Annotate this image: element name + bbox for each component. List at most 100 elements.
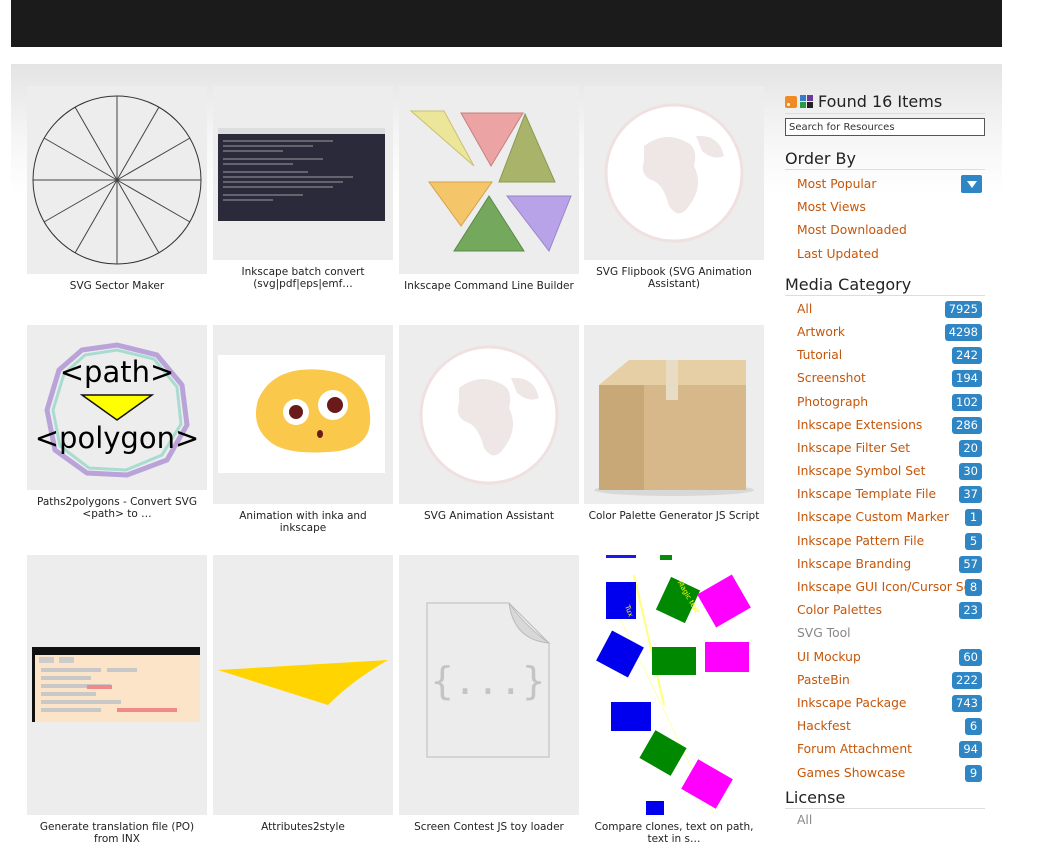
category-label[interactable]: Inkscape Custom Marker (797, 510, 949, 524)
category-item-inkscape-package[interactable]: Inkscape Package 743 (785, 692, 987, 715)
resource-caption[interactable]: Color Palette Generator JS Script (584, 510, 764, 522)
count-badge: 37 (959, 486, 982, 504)
order-item-most-downloaded[interactable]: Most Downloaded (785, 219, 987, 242)
category-item-pastebin[interactable]: PasteBin 222 (785, 669, 987, 692)
media-category-title: Media Category (785, 275, 985, 296)
resource-thumbnail[interactable] (27, 555, 207, 815)
category-label[interactable]: Inkscape Package (797, 696, 907, 710)
resource-card[interactable]: {...} Screen Contest JS toy loader (399, 555, 579, 833)
resource-card[interactable]: Color Palette Generator JS Script (584, 325, 764, 522)
category-label[interactable]: Tutorial (797, 348, 842, 362)
category-label[interactable]: Forum Attachment (797, 742, 912, 756)
category-label[interactable]: Inkscape Template File (797, 487, 936, 501)
license-item-all[interactable]: All (785, 809, 987, 832)
count-badge: 30 (959, 463, 982, 481)
count-badge: 6 (965, 718, 982, 736)
resource-caption[interactable]: SVG Animation Assistant (399, 510, 579, 522)
order-item-label[interactable]: Most Popular (797, 177, 876, 191)
category-item-tutorial[interactable]: Tutorial 242 (785, 344, 987, 367)
resource-card[interactable]: Inkscape batch convert (svg|pdf|eps|emf… (213, 86, 393, 290)
count-badge: 743 (952, 694, 982, 712)
resource-caption[interactable]: Generate translation file (PO) from INX (27, 821, 207, 845)
category-item-hackfest[interactable]: Hackfest 6 (785, 715, 987, 738)
resource-card[interactable]: Generate translation file (PO) from INX (27, 555, 207, 845)
sort-dropdown-icon[interactable] (961, 175, 982, 193)
category-label[interactable]: Inkscape Filter Set (797, 441, 910, 455)
count-badge: 222 (952, 671, 982, 689)
category-label[interactable]: Color Palettes (797, 603, 882, 617)
order-item-label[interactable]: Most Downloaded (797, 223, 907, 237)
category-item-ui-mockup[interactable]: UI Mockup 60 (785, 646, 987, 669)
order-item-last-updated[interactable]: Last Updated (785, 243, 987, 266)
resource-thumbnail[interactable]: <path> <polygon> (27, 325, 207, 490)
category-item-inkscape-template-file[interactable]: Inkscape Template File 37 (785, 483, 987, 506)
category-item-inkscape-custom-marker[interactable]: Inkscape Custom Marker 1 (785, 506, 987, 529)
resource-caption[interactable]: Compare clones, text on path, text in s… (584, 821, 764, 845)
resource-caption[interactable]: Attributes2style (213, 821, 393, 833)
category-item-inkscape-pattern-file[interactable]: Inkscape Pattern File 5 (785, 530, 987, 553)
resource-card[interactable]: Inkscape Command Line Builder (399, 86, 579, 292)
category-label[interactable]: Inkscape Pattern File (797, 534, 924, 548)
count-badge: 102 (952, 393, 982, 411)
resource-caption[interactable]: Paths2polygons - Convert SVG <path> to … (27, 496, 207, 520)
resource-thumbnail[interactable] (399, 86, 579, 274)
resource-thumbnail[interactable]: Tux Magic text (584, 555, 764, 815)
category-label[interactable]: Inkscape Extensions (797, 418, 922, 432)
category-label[interactable]: Screenshot (797, 371, 866, 385)
license-label[interactable]: All (797, 813, 812, 827)
resource-thumbnail[interactable] (399, 325, 579, 504)
resource-thumbnail[interactable] (213, 86, 393, 260)
resource-thumbnail[interactable] (584, 325, 764, 504)
order-item-most-popular[interactable]: Most Popular (785, 173, 987, 196)
category-item-games-showcase[interactable]: Games Showcase 9 (785, 762, 987, 785)
category-label[interactable]: Games Showcase (797, 766, 905, 780)
order-item-label[interactable]: Last Updated (797, 247, 879, 261)
resource-thumbnail[interactable]: {...} (399, 555, 579, 815)
category-item-screenshot[interactable]: Screenshot 194 (785, 367, 987, 390)
order-item-most-views[interactable]: Most Views (785, 196, 987, 219)
category-item-inkscape-symbol-set[interactable]: Inkscape Symbol Set 30 (785, 460, 987, 483)
resource-thumbnail[interactable] (584, 86, 764, 260)
resource-caption[interactable]: Inkscape batch convert (svg|pdf|eps|emf… (213, 266, 393, 290)
category-label[interactable]: Inkscape Symbol Set (797, 464, 925, 478)
count-badge: 242 (952, 347, 982, 365)
category-label[interactable]: PasteBin (797, 673, 850, 687)
rss-feed-icon[interactable] (785, 95, 797, 108)
resource-card[interactable]: Attributes2style (213, 555, 393, 833)
category-item-color-palettes[interactable]: Color Palettes 23 (785, 599, 987, 622)
category-item-inkscape-gui-icon-cursor-set[interactable]: Inkscape GUI Icon/Cursor Set 8 (785, 576, 987, 599)
category-label[interactable]: Inkscape Branding (797, 557, 911, 571)
resource-card[interactable]: SVG Animation Assistant (399, 325, 579, 522)
resource-caption[interactable]: Inkscape Command Line Builder (399, 280, 579, 292)
resource-thumbnail[interactable] (213, 325, 393, 504)
resource-caption[interactable]: Animation with inka and inkscape (213, 510, 393, 534)
resource-thumbnail[interactable] (27, 86, 207, 274)
category-label[interactable]: Artwork (797, 325, 845, 339)
resource-card[interactable]: Animation with inka and inkscape (213, 325, 393, 534)
order-by-list: Most Popular Most Views Most Downloaded … (785, 173, 987, 266)
category-item-forum-attachment[interactable]: Forum Attachment 94 (785, 738, 987, 761)
category-item-artwork[interactable]: Artwork 4298 (785, 321, 987, 344)
resource-card[interactable]: Tux Magic text Compare clones, text on p… (584, 555, 764, 845)
resource-caption[interactable]: SVG Sector Maker (27, 280, 207, 292)
resource-card[interactable]: SVG Flipbook (SVG Animation Assistant) (584, 86, 764, 290)
resource-caption[interactable]: SVG Flipbook (SVG Animation Assistant) (584, 266, 764, 290)
resource-card[interactable]: <path> <polygon> Paths2polygons - Conver… (27, 325, 207, 520)
resource-caption[interactable]: Screen Contest JS toy loader (399, 821, 579, 833)
sector-wheel-image (32, 95, 202, 265)
category-item-inkscape-extensions[interactable]: Inkscape Extensions 286 (785, 414, 987, 437)
resource-card[interactable]: SVG Sector Maker (27, 86, 207, 292)
category-label[interactable]: Inkscape GUI Icon/Cursor Set (797, 580, 976, 594)
order-item-label[interactable]: Most Views (797, 200, 866, 214)
category-label[interactable]: UI Mockup (797, 650, 861, 664)
resource-thumbnail[interactable] (213, 555, 393, 815)
category-item-inkscape-filter-set[interactable]: Inkscape Filter Set 20 (785, 437, 987, 460)
media-grid-icon[interactable] (800, 95, 813, 108)
search-input[interactable] (785, 118, 985, 136)
category-item-all[interactable]: All 7925 (785, 298, 987, 321)
category-item-photograph[interactable]: Photograph 102 (785, 391, 987, 414)
category-label[interactable]: Hackfest (797, 719, 851, 733)
category-item-inkscape-branding[interactable]: Inkscape Branding 57 (785, 553, 987, 576)
category-label[interactable]: All (797, 302, 812, 316)
category-label[interactable]: Photograph (797, 395, 868, 409)
